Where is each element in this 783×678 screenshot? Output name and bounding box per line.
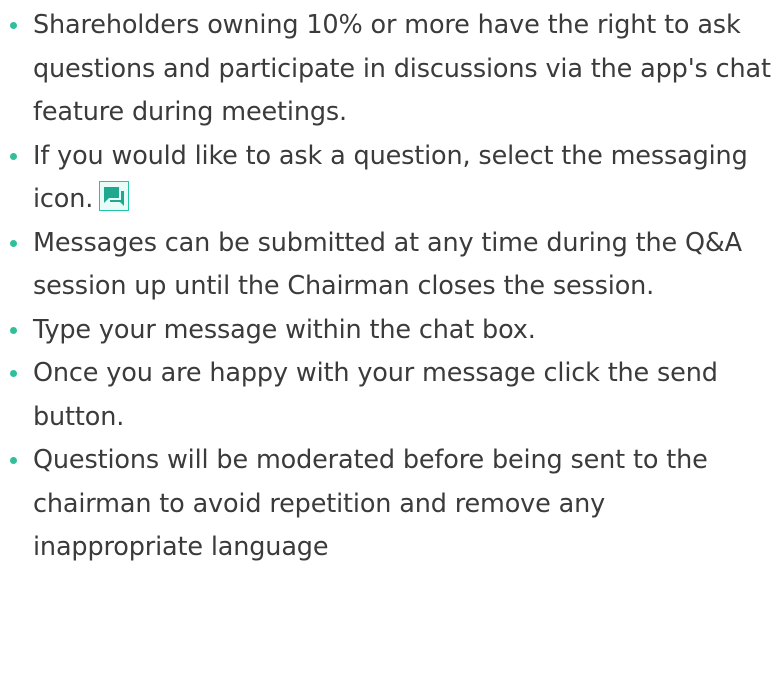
list-item: Questions will be moderated before being…	[9, 439, 779, 570]
bullet-point	[10, 152, 17, 160]
bullet-point	[10, 239, 17, 247]
instructions-list: Shareholders owning 10% or more have the…	[9, 4, 779, 570]
list-item-text: Once you are happy with your message cli…	[33, 358, 718, 432]
list-item-text: If you would like to ask a question, sel…	[33, 140, 748, 215]
list-item-text: Questions will be moderated before being…	[33, 445, 708, 562]
bullet-point	[10, 457, 17, 464]
list-item-text: Shareholders owning 10% or more have the…	[33, 10, 771, 127]
list-item-text: Type your message within the chat box.	[33, 314, 536, 345]
list-item: Type your message within the chat box.	[9, 309, 779, 353]
list-item-text: Messages can be submitted at any time du…	[33, 227, 742, 302]
list-item: Once you are happy with your message cli…	[9, 352, 779, 439]
bullet-point	[10, 22, 17, 29]
list-item: Messages can be submitted at any time du…	[9, 222, 779, 309]
list-item: Shareholders owning 10% or more have the…	[9, 4, 779, 135]
bullet-point	[10, 326, 17, 334]
list-item: If you would like to ask a question, sel…	[9, 135, 779, 222]
chat-bubbles-icon	[99, 181, 130, 211]
bullet-point	[10, 370, 17, 377]
